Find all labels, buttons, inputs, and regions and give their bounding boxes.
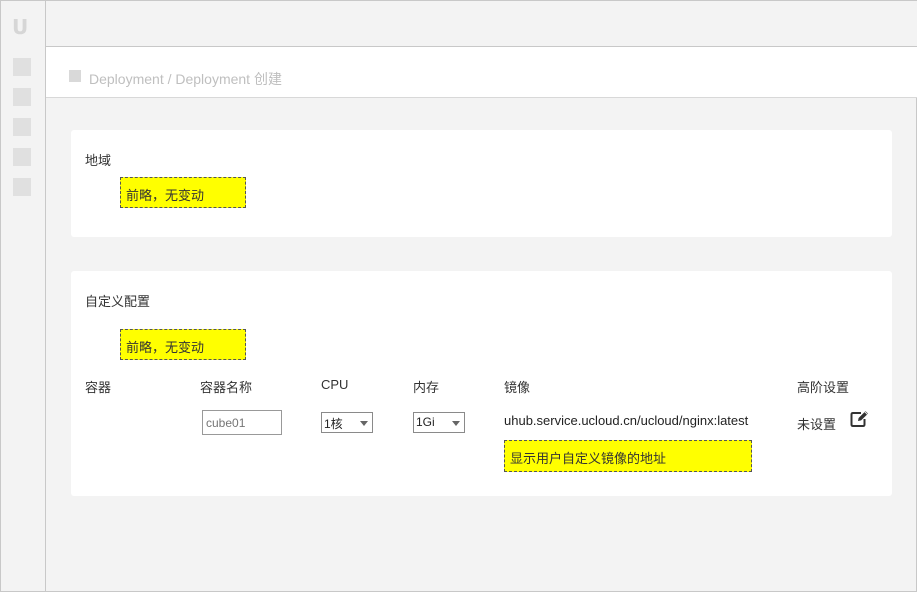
image-url: uhub.service.ucloud.cn/ucloud/nginx:late… <box>504 413 749 428</box>
app-logo: U <box>12 15 29 39</box>
nav-item-icon[interactable] <box>13 58 31 76</box>
column-header-cpu: CPU <box>321 377 349 392</box>
memory-select-value: 1Gi <box>416 415 435 429</box>
square-icon <box>69 70 81 82</box>
column-header-memory: 内存 <box>413 380 440 395</box>
breadcrumb: Deployment / Deployment 创建 <box>89 71 282 87</box>
column-header-advanced: 高阶设置 <box>797 380 850 395</box>
column-header-container-name: 容器名称 <box>200 380 253 395</box>
app-window: U Deployment / Deployment 创建 地域 前略，无变动 自… <box>0 0 917 592</box>
custom-config-title: 自定义配置 <box>85 294 151 309</box>
nav-item-icon[interactable] <box>13 148 31 166</box>
cpu-select[interactable]: 1核 <box>321 412 373 433</box>
nav-item-icon[interactable] <box>13 88 31 106</box>
nav-item-icon[interactable] <box>13 118 31 136</box>
container-name-input[interactable] <box>202 410 282 435</box>
advanced-settings-value: 未设置 <box>797 417 837 432</box>
custom-config-card: 自定义配置 前略，无变动 容器 容器名称 CPU 内存 镜像 高阶设置 1核 1… <box>71 271 892 496</box>
top-header <box>46 1 917 47</box>
memory-select[interactable]: 1Gi <box>413 412 465 433</box>
chevron-down-icon <box>360 421 368 426</box>
annotation-note: 前略，无变动 <box>120 177 246 208</box>
edit-icon[interactable] <box>850 410 870 428</box>
region-title: 地域 <box>85 153 112 168</box>
annotation-note: 前略，无变动 <box>120 329 246 360</box>
chevron-down-icon <box>452 421 460 426</box>
nav-item-icon[interactable] <box>13 178 31 196</box>
sidebar: U <box>1 1 46 591</box>
annotation-note: 显示用户自定义镜像的地址 <box>504 440 752 472</box>
column-header-image: 镜像 <box>504 380 531 395</box>
column-header-container: 容器 <box>85 380 112 395</box>
cpu-select-value: 1核 <box>324 417 343 431</box>
breadcrumb-bar: Deployment / Deployment 创建 <box>46 47 917 98</box>
region-card: 地域 前略，无变动 <box>71 130 892 237</box>
